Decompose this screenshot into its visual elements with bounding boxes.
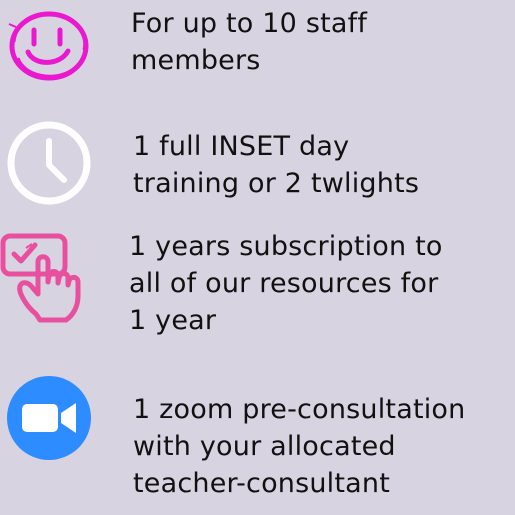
clock-icon — [7, 121, 91, 205]
smiley-face-icon — [8, 11, 89, 81]
feature-line: training or 2 twlights — [133, 168, 420, 199]
feature-list: For up to 10 staff members 1 full INSET … — [0, 0, 515, 515]
feature-line: all of our resources for — [129, 268, 439, 299]
feature-line: For up to 10 staff — [131, 8, 368, 39]
feature-line: teacher-consultant — [133, 468, 391, 499]
feature-line: 1 full INSET day — [133, 131, 350, 162]
feature-text-staff: For up to 10 staff members — [131, 5, 367, 79]
feature-line: with your allocated — [133, 431, 396, 462]
zoom-video-camera-icon — [7, 376, 91, 460]
feature-text-subscription: 1 years subscription to all of our resou… — [129, 228, 443, 339]
feature-line: 1 years subscription to — [129, 231, 443, 262]
feature-line: 1 year — [129, 305, 217, 336]
feature-text-training: 1 full INSET day training or 2 twlights — [133, 128, 419, 202]
feature-text-zoom: 1 zoom pre-consultation with your alloca… — [133, 391, 465, 502]
feature-line: 1 zoom pre-consultation — [133, 394, 466, 425]
feature-line: members — [131, 45, 261, 76]
hand-pointing-checkbox-icon — [0, 233, 81, 323]
